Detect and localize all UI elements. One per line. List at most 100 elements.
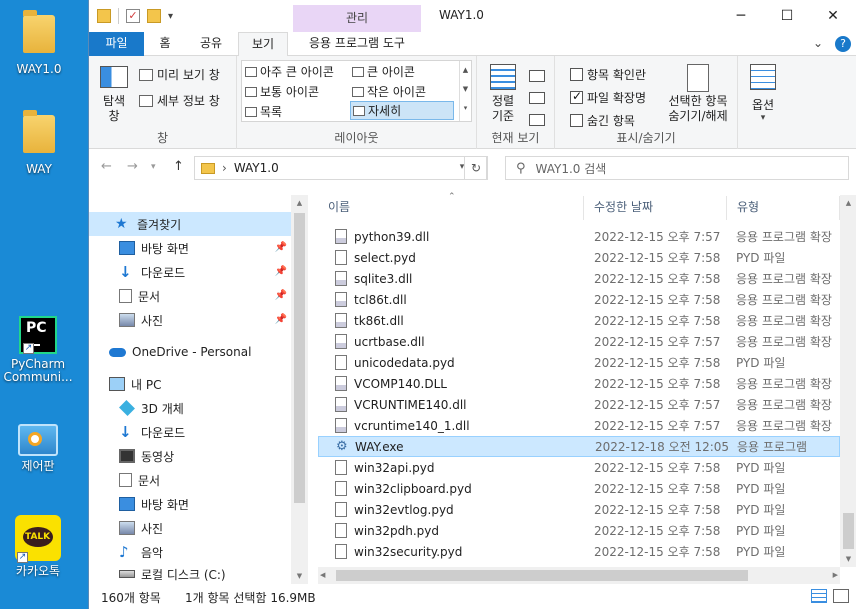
group-by-icon[interactable] [529, 70, 545, 82]
table-row[interactable]: win32security.pyd 2022-12-15 오후 7:58 PYD 파… [318, 541, 840, 562]
details-pane-icon [139, 94, 153, 107]
table-row[interactable]: select.pyd 2022-12-15 오후 7:58 PYD 파일 [318, 247, 840, 268]
desktop-icon-control-panel[interactable]: 제어판 [0, 422, 76, 473]
tab-home[interactable]: 홈 [147, 32, 183, 56]
sidebar-item-onedrive[interactable]: OneDrive - Personal [89, 340, 293, 364]
sidebar-item-pc-pictures[interactable]: 사진 [89, 516, 293, 540]
table-row[interactable]: win32api.pyd 2022-12-15 오후 7:58 PYD 파일 [318, 457, 840, 478]
table-row[interactable]: sqlite3.dll 2022-12-15 오후 7:58 응용 프로그램 확장 [318, 268, 840, 289]
scroll-up-icon[interactable]: ▲ [840, 195, 856, 211]
nav-scroll-thumb[interactable] [294, 213, 305, 503]
add-columns-icon[interactable] [529, 92, 545, 104]
address-bar[interactable]: › WAY1.0 [194, 156, 487, 180]
new-folder-icon[interactable] [147, 9, 161, 23]
desktop-icon-way10[interactable]: WAY1.0 [1, 10, 77, 76]
tab-view[interactable]: 보기 [238, 32, 288, 57]
tab-app-tools[interactable]: 응용 프로그램 도구 [293, 32, 421, 56]
desktop-icon-way[interactable]: WAY [1, 110, 77, 176]
table-row[interactable]: tk86t.dll 2022-12-15 오후 7:58 응용 프로그램 확장 [318, 310, 840, 331]
sidebar-item-videos[interactable]: 동영상 [89, 444, 293, 468]
scroll-up-icon[interactable]: ▲ [291, 195, 308, 211]
file-list-hscroll-thumb[interactable] [336, 570, 748, 581]
sidebar-item-this-pc[interactable]: 내 PC [89, 372, 293, 396]
maximize-button[interactable]: ☐ [764, 0, 810, 32]
table-row[interactable]: win32pdh.pyd 2022-12-15 오후 7:58 PYD 파일 [318, 520, 840, 541]
context-tab-manage[interactable]: 관리 [293, 5, 421, 32]
table-row[interactable]: win32clipboard.pyd 2022-12-15 오후 7:58 PYD … [318, 478, 840, 499]
nav-scrollbar[interactable]: ▲ ▼ [291, 195, 308, 584]
layout-icon [352, 86, 364, 97]
sidebar-item-pc-desktop[interactable]: 바탕 화면 [89, 492, 293, 516]
close-button[interactable]: ✕ [810, 0, 856, 32]
table-row[interactable]: win32evtlog.pyd 2022-12-15 오후 7:58 PYD 파일 [318, 499, 840, 520]
layout-gallery-scroll[interactable]: ▲ ▼ ▾ [459, 61, 471, 121]
sidebar-item-music[interactable]: ♪ 음악 [89, 540, 293, 564]
file-name: win32clipboard.pyd [354, 481, 472, 496]
file-icon [335, 544, 347, 559]
file-name: select.pyd [354, 250, 416, 265]
preview-pane-button[interactable]: 미리 보기 창 [139, 66, 220, 83]
navigation-pane-button[interactable]: 탐색 창 [97, 66, 131, 124]
search-input[interactable]: ⚲ WAY1.0 검색 [505, 156, 849, 180]
sidebar-item-downloads[interactable]: ↓ 다운로드 📌 [89, 260, 293, 284]
qat-dropdown-icon[interactable]: ▾ [168, 11, 173, 22]
details-view-toggle-icon[interactable] [811, 589, 827, 603]
table-row[interactable]: unicodedata.pyd 2022-12-15 오후 7:58 PYD 파일 [318, 352, 840, 373]
layout-small-icons[interactable]: 작은 아이콘 [352, 83, 426, 100]
file-list-hscrollbar[interactable]: ◀ ▶ [318, 567, 840, 584]
sidebar-item-3d-objects[interactable]: 3D 개체 [89, 396, 293, 420]
layout-extra-large-icons[interactable]: 아주 큰 아이콘 [245, 63, 334, 80]
layout-details[interactable]: 자세히 [350, 101, 454, 120]
options-button[interactable]: 옵션 ▾ [743, 64, 783, 123]
sidebar-item-documents[interactable]: 문서 📌 [89, 284, 293, 308]
scroll-down-icon[interactable]: ▼ [291, 568, 308, 584]
file-extensions-toggle[interactable]: 파일 확장명 [570, 89, 646, 106]
table-row[interactable]: VCOMP140.DLL 2022-12-15 오후 7:58 응용 프로그램 확장 [318, 373, 840, 394]
table-row[interactable]: VCRUNTIME140.dll 2022-12-15 오후 7:57 응용 프로그… [318, 394, 840, 415]
item-checkboxes-toggle[interactable]: 항목 확인란 [570, 66, 646, 83]
desktop-icon-kakaotalk[interactable]: TALK ↗ 카카오톡 [0, 515, 76, 578]
layout-list[interactable]: 목록 [245, 103, 282, 120]
large-icons-view-toggle-icon[interactable] [833, 589, 849, 603]
sidebar-item-pictures[interactable]: 사진 📌 [89, 308, 293, 332]
file-list-scrollbar[interactable]: ▲ ▼ [840, 195, 856, 567]
sidebar-item-desktop[interactable]: 바탕 화면 📌 [89, 236, 293, 260]
collapse-ribbon-icon[interactable]: ⌄ [813, 36, 823, 50]
table-row[interactable]: tcl86t.dll 2022-12-15 오후 7:58 응용 프로그램 확장 [318, 289, 840, 310]
tab-share[interactable]: 공유 [189, 32, 233, 56]
back-button[interactable]: ← [101, 159, 112, 174]
scroll-right-icon[interactable]: ▶ [833, 567, 838, 584]
tab-file[interactable]: 파일 [89, 32, 144, 56]
table-row[interactable]: ucrtbase.dll 2022-12-15 오후 7:57 응용 프로그램 확장 [318, 331, 840, 352]
breadcrumb[interactable]: WAY1.0 [234, 161, 279, 175]
scroll-down-icon[interactable]: ▼ [840, 551, 856, 567]
forward-button[interactable]: → [127, 159, 138, 174]
help-icon[interactable]: ? [835, 36, 851, 52]
file-type: 응용 프로그램 확장 [736, 293, 832, 307]
sort-by-button[interactable]: 정렬 기준 [485, 64, 521, 124]
layout-large-icons[interactable]: 큰 아이콘 [352, 63, 415, 80]
minimize-button[interactable]: ─ [718, 0, 764, 32]
size-columns-icon[interactable] [529, 114, 545, 126]
recent-locations-button[interactable]: ▾ [151, 162, 156, 172]
details-pane-button[interactable]: 세부 정보 창 [139, 92, 220, 109]
table-row[interactable]: vcruntime140_1.dll 2022-12-15 오후 7:57 응용 프… [318, 415, 840, 436]
hide-selected-button[interactable]: 선택한 항목 숨기기/해제 [663, 64, 733, 124]
scroll-left-icon[interactable]: ◀ [320, 567, 325, 584]
hidden-items-toggle[interactable]: 숨긴 항목 [570, 112, 635, 129]
table-row[interactable]: python39.dll 2022-12-15 오후 7:57 응용 프로그램 확장 [318, 226, 840, 247]
column-header-type[interactable]: 유형 [727, 196, 840, 220]
sidebar-item-local-disk[interactable]: 로컬 디스크 (C:) [89, 562, 293, 586]
sidebar-item-quick-access[interactable]: ★ 즐겨찾기 [89, 212, 293, 236]
table-row[interactable]: ⚙ WAY.exe 2022-12-18 오전 12:05 응용 프로그램 [318, 436, 840, 457]
layout-medium-icons[interactable]: 보통 아이콘 [245, 83, 319, 100]
sidebar-item-pc-documents[interactable]: 문서 [89, 468, 293, 492]
column-header-date[interactable]: 수정한 날짜 [584, 196, 727, 220]
sidebar-item-pc-downloads[interactable]: ↓ 다운로드 [89, 420, 293, 444]
up-button[interactable]: ↑ [173, 159, 184, 174]
document-icon [119, 289, 132, 303]
refresh-button[interactable]: ↻ [464, 156, 488, 180]
properties-icon[interactable]: ✓ [126, 9, 140, 23]
file-list-scroll-thumb[interactable] [843, 513, 854, 549]
desktop-icon-pycharm[interactable]: PC ↗ PyCharm Communi... [0, 316, 76, 384]
